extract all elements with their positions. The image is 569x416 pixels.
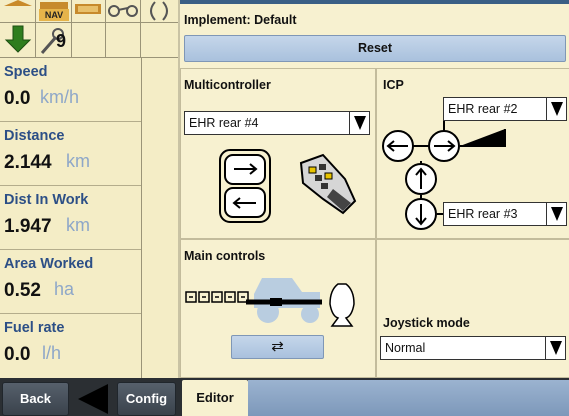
main-controls-title: Main controls xyxy=(184,249,266,263)
multicontroller-buttons-icon xyxy=(219,149,271,223)
dist-in-work-unit: km xyxy=(66,215,90,235)
tractor-controls-icon xyxy=(185,278,355,327)
chevron-down-icon xyxy=(545,337,565,359)
distance-unit: km xyxy=(66,151,90,171)
heading-arrow-icon xyxy=(4,0,32,53)
area-worked-unit: ha xyxy=(54,279,75,299)
chevron-down-icon xyxy=(546,98,566,120)
icp-top-select[interactable]: EHR rear #2 xyxy=(443,97,567,121)
top-icon-bar: NAV 9 xyxy=(0,0,178,58)
multicontroller-selected: EHR rear #4 xyxy=(189,116,259,130)
multicontroller-section: Multicontroller EHR rear #4 xyxy=(180,68,376,239)
bottom-navigation-bar: Back Config Editor xyxy=(0,378,569,416)
nav-cell[interactable]: NAV 9 xyxy=(36,0,72,58)
joystick-handle-icon xyxy=(299,153,357,215)
left-status-panel: NAV 9 Speed 0.0 km/h Distance 2.144 km D… xyxy=(0,0,178,378)
bracket-icon xyxy=(150,1,168,21)
distance-value: 2.144 xyxy=(4,152,52,173)
joystick-mode-title: Joystick mode xyxy=(383,316,470,330)
triangle-left-icon xyxy=(78,384,108,414)
chevron-down-icon xyxy=(349,112,369,134)
joystick-mode-section: Joystick mode Normal xyxy=(376,239,569,378)
speed-metric: Speed 0.0 km/h xyxy=(0,58,141,122)
implement-editor-panel: Implement: Default Reset Multicontroller… xyxy=(178,0,569,378)
distance-label: Distance xyxy=(4,128,65,144)
wrench-icon xyxy=(40,28,64,54)
implement-title: Implement: Default xyxy=(184,13,297,27)
joystick-mode-selected: Normal xyxy=(385,341,426,355)
joystick-mode-select[interactable]: Normal xyxy=(380,336,566,360)
guidance-arrow-cell[interactable] xyxy=(0,0,36,58)
gps-cell[interactable] xyxy=(72,0,106,58)
multicontroller-select[interactable]: EHR rear #4 xyxy=(184,111,370,135)
dist-in-work-metric: Dist In Work 1.947 km xyxy=(0,186,141,250)
swap-controls-button[interactable]: ⇄ xyxy=(231,335,324,359)
chevron-down-icon xyxy=(546,203,566,225)
nav-badge: NAV xyxy=(39,9,69,21)
gps-icon xyxy=(75,4,101,14)
tab-editor[interactable]: Editor xyxy=(182,380,248,416)
area-worked-metric: Area Worked 0.52 ha xyxy=(0,250,141,314)
hitch-link-icon xyxy=(108,5,138,17)
back-button[interactable]: Back xyxy=(2,382,69,416)
fuel-rate-value: 0.0 xyxy=(4,344,31,365)
icp-bottom-selected: EHR rear #3 xyxy=(448,207,518,221)
config-button[interactable]: Config xyxy=(117,382,176,416)
multicontroller-title: Multicontroller xyxy=(184,78,271,92)
link-cell[interactable] xyxy=(106,0,141,58)
area-worked-label: Area Worked xyxy=(4,256,94,272)
dist-in-work-value: 1.947 xyxy=(4,216,52,237)
bottom-bar-fill xyxy=(248,380,569,416)
icp-top-selected: EHR rear #2 xyxy=(448,102,518,116)
icp-section: ICP EHR rear #2 EHR rear #3 xyxy=(376,68,569,239)
bracket-cell[interactable] xyxy=(141,0,178,58)
fuel-rate-unit: l/h xyxy=(42,343,62,363)
fuel-rate-metric: Fuel rate 0.0 l/h xyxy=(0,314,141,378)
main-controls-section: Main controls ⇄ xyxy=(180,239,376,378)
previous-button[interactable] xyxy=(72,382,112,416)
fuel-rate-label: Fuel rate xyxy=(4,320,65,336)
section-count: 9 xyxy=(56,31,67,51)
distance-metric: Distance 2.144 km xyxy=(0,122,141,186)
speed-value: 0.0 xyxy=(4,88,31,109)
dist-in-work-label: Dist In Work xyxy=(4,192,89,208)
icp-bottom-select[interactable]: EHR rear #3 xyxy=(443,202,567,226)
speed-unit: km/h xyxy=(40,87,80,107)
speed-label: Speed xyxy=(4,64,48,80)
reset-button[interactable]: Reset xyxy=(184,35,566,62)
area-worked-value: 0.52 xyxy=(4,280,41,301)
